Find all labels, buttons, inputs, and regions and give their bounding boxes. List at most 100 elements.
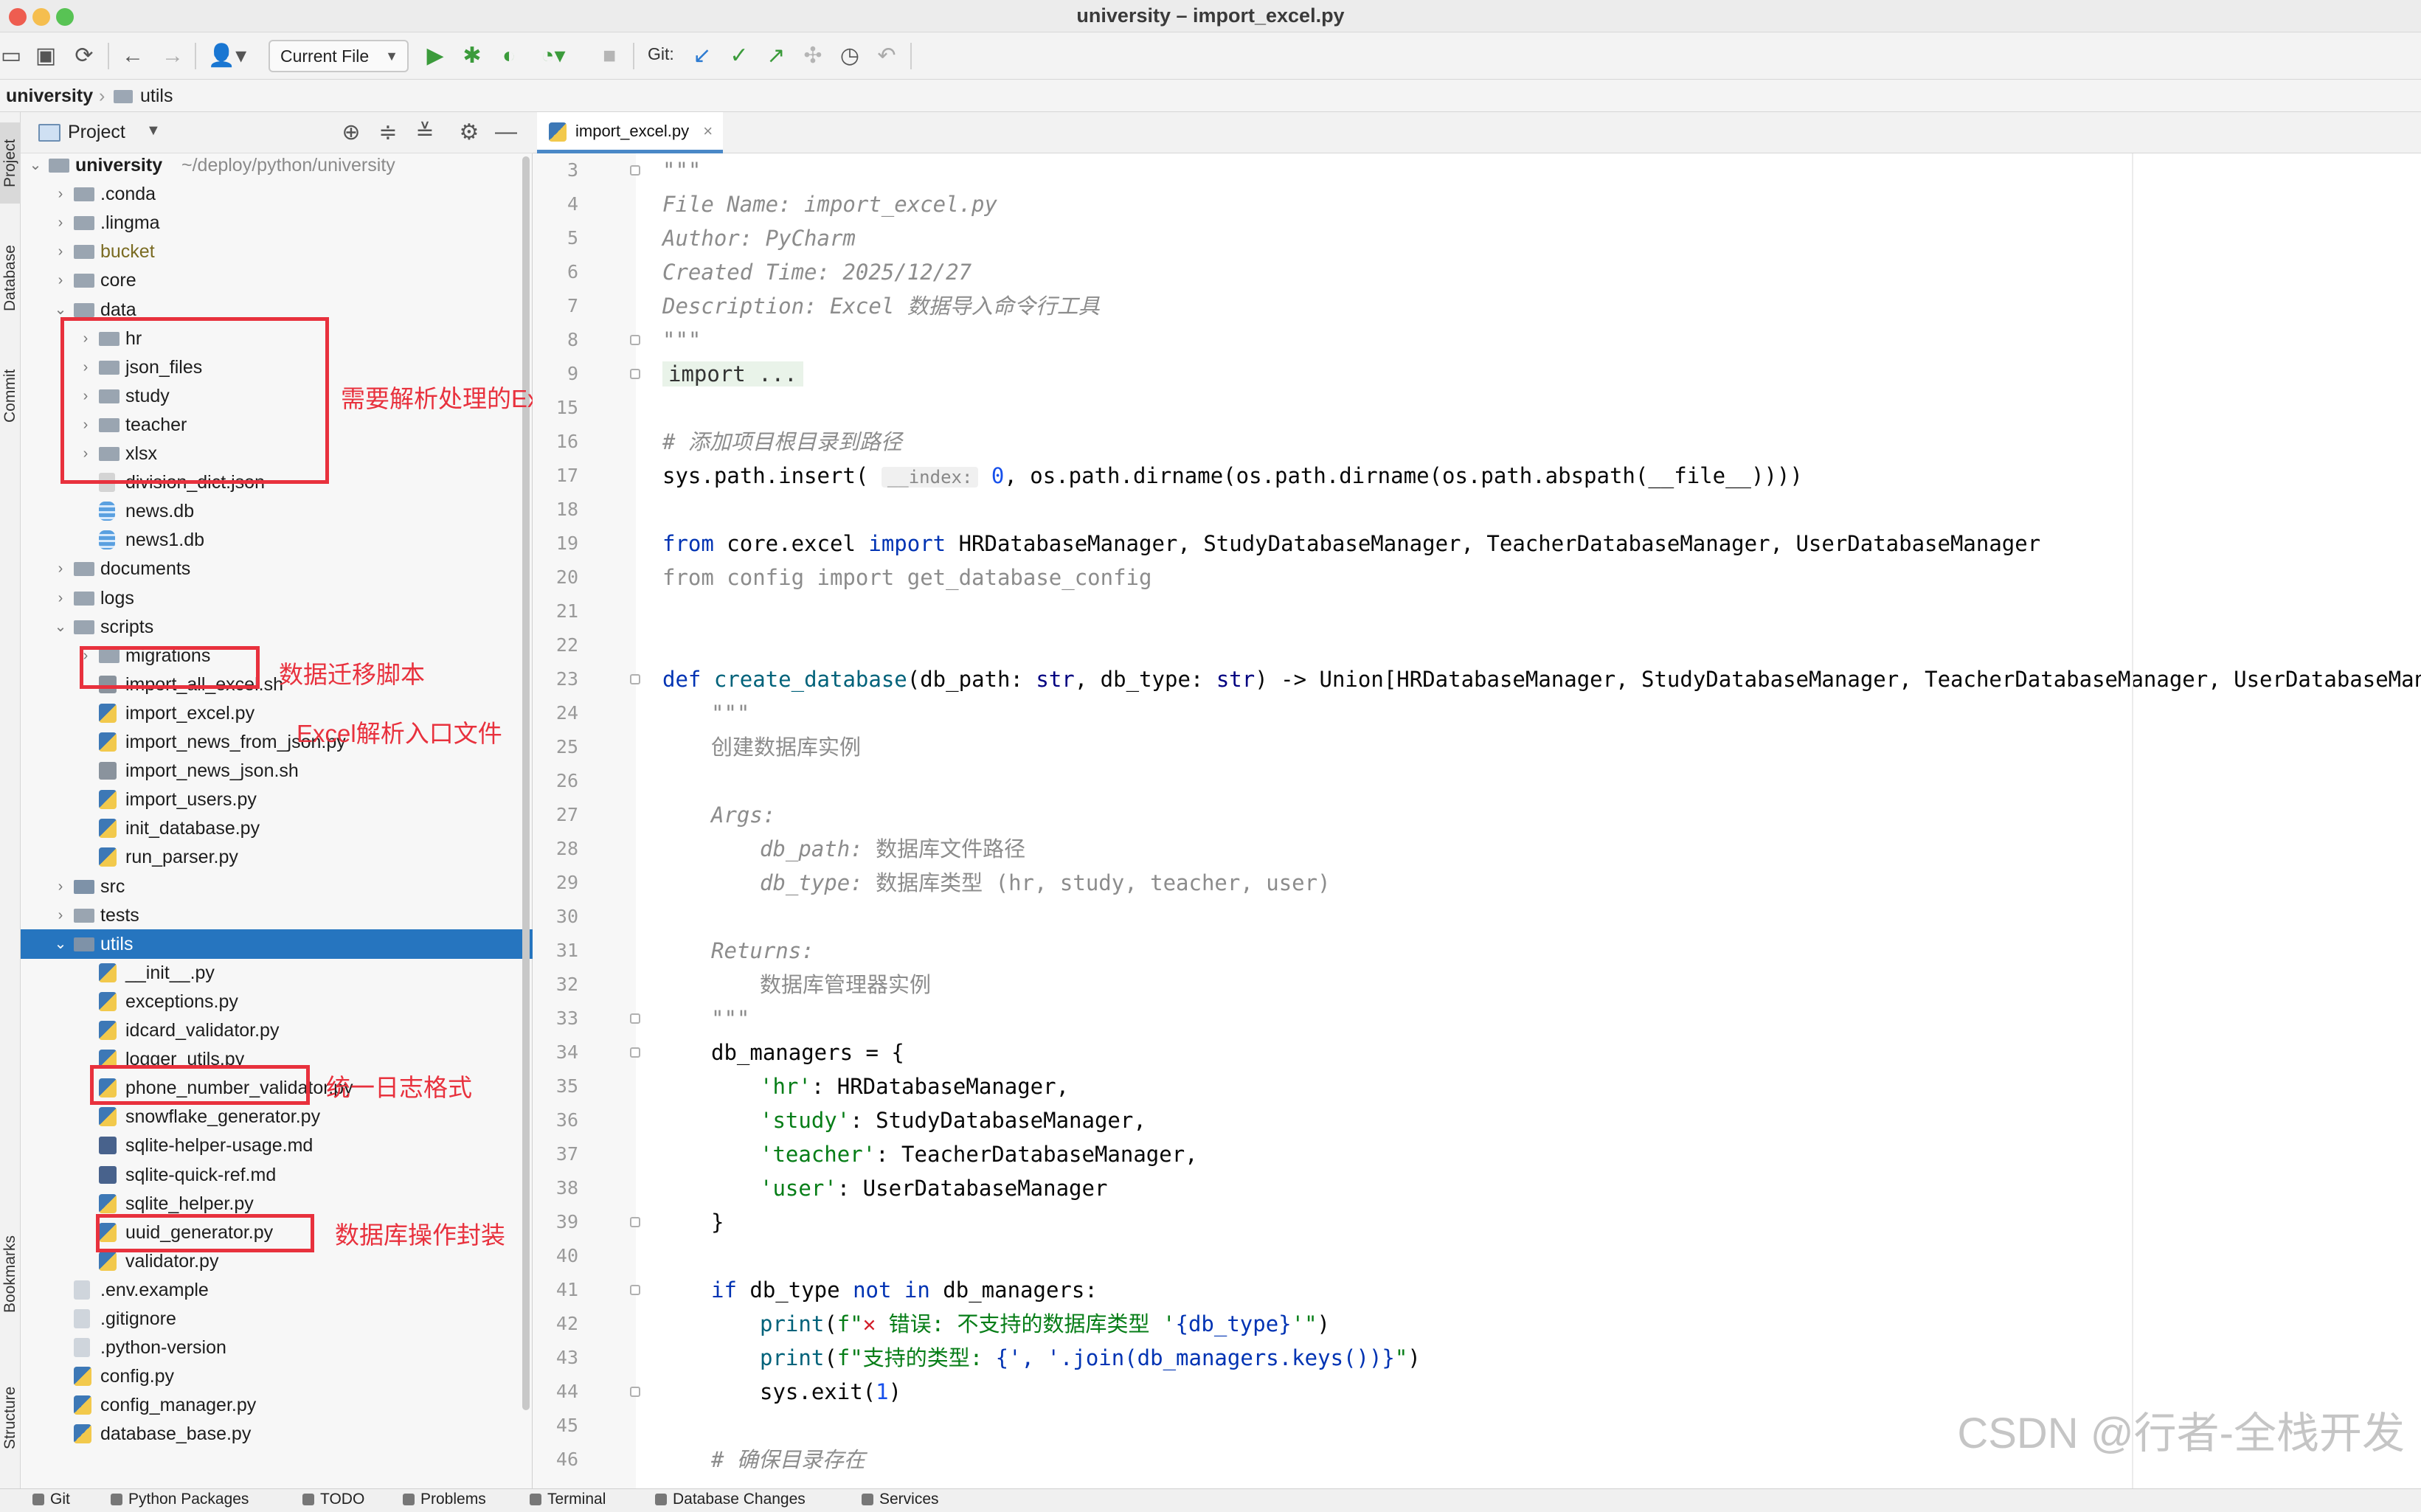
- git-history-clock-icon[interactable]: ◷: [837, 43, 863, 69]
- folded-imports[interactable]: import ...: [662, 361, 803, 386]
- tree-item-news-db[interactable]: news.db: [21, 496, 533, 526]
- back-arrow-icon[interactable]: ←: [120, 43, 146, 69]
- tree-item-import-users-py[interactable]: import_users.py: [21, 785, 533, 814]
- tree-item-conda[interactable]: › .conda: [21, 179, 533, 209]
- tree-item-env-example[interactable]: .env.example: [21, 1275, 533, 1305]
- line-number: 40: [555, 1245, 578, 1266]
- project-tool-tab[interactable]: Project: [0, 122, 21, 204]
- tree-item-university[interactable]: ⌄ university ~/deploy/python/university: [21, 153, 533, 180]
- chevron-right-icon[interactable]: ›: [52, 872, 69, 901]
- chevron-right-icon[interactable]: ›: [52, 901, 69, 930]
- fold-toggle-icon[interactable]: [630, 1013, 640, 1024]
- close-icon[interactable]: ×: [703, 112, 713, 150]
- user-account-icon[interactable]: 👤▾: [207, 43, 248, 69]
- tree-item-init-py[interactable]: __init__.py: [21, 958, 533, 988]
- code-area[interactable]: """ File Name: import_excel.py Author: P…: [643, 153, 2421, 1488]
- git-merge-icon[interactable]: ✣: [800, 43, 826, 69]
- tree-item-idcard-validator-py[interactable]: idcard_validator.py: [21, 1016, 533, 1045]
- todo-tool-button[interactable]: TODO: [302, 1491, 364, 1508]
- tree-item-utils[interactable]: ⌄ utils: [21, 929, 533, 959]
- collapse-all-icon[interactable]: ≚: [412, 119, 438, 145]
- tree-item-database-base-py[interactable]: database_base.py: [21, 1419, 533, 1449]
- tree-item-core[interactable]: › core: [21, 266, 533, 295]
- git-rollback-icon[interactable]: ↶: [873, 43, 900, 69]
- tree-item-label: snowflake_generator.py: [125, 1106, 321, 1128]
- fold-toggle-icon[interactable]: [630, 369, 640, 379]
- tree-item-gitignore[interactable]: .gitignore: [21, 1304, 533, 1334]
- tree-scrollbar[interactable]: [522, 156, 530, 1410]
- tree-item-sqlite-quick-ref-md[interactable]: sqlite-quick-ref.md: [21, 1160, 533, 1190]
- git-commit-check-icon[interactable]: ✓: [726, 43, 752, 69]
- services-tool-button[interactable]: Services: [862, 1491, 939, 1508]
- chevron-down-icon[interactable]: ▼: [146, 122, 161, 139]
- python-packages-tool-button[interactable]: Python Packages: [111, 1491, 249, 1508]
- fold-toggle-icon[interactable]: [630, 674, 640, 684]
- open-folder-icon[interactable]: ▭: [0, 43, 22, 69]
- tree-item-logs[interactable]: › logs: [21, 583, 533, 613]
- tree-item-python-version[interactable]: .python-version: [21, 1333, 533, 1362]
- hide-panel-icon[interactable]: —: [493, 119, 519, 145]
- tree-item-tests[interactable]: › tests: [21, 901, 533, 930]
- fold-toggle-icon[interactable]: [630, 165, 640, 176]
- stop-icon[interactable]: ■: [596, 43, 623, 69]
- chevron-right-icon[interactable]: ›: [52, 179, 69, 209]
- chevron-right-icon[interactable]: ›: [52, 266, 69, 295]
- tree-item-exceptions-py[interactable]: exceptions.py: [21, 987, 533, 1016]
- python-file-icon: [99, 963, 117, 982]
- chevron-down-icon[interactable]: ⌄: [27, 153, 44, 180]
- chevron-right-icon[interactable]: ›: [52, 208, 69, 237]
- git-tool-button[interactable]: Git: [32, 1491, 70, 1508]
- code-line-31: Returns:: [711, 938, 814, 963]
- bookmarks-tool-tab[interactable]: Bookmarks: [0, 1218, 21, 1329]
- locate-target-icon[interactable]: ⊕: [338, 119, 364, 145]
- profile-icon[interactable]: ◔▾: [533, 43, 574, 69]
- tree-item-config-py[interactable]: config.py: [21, 1362, 533, 1391]
- tree-item-run-parser-py[interactable]: run_parser.py: [21, 842, 533, 872]
- chevron-down-icon[interactable]: ⌄: [52, 612, 69, 642]
- debug-bug-icon[interactable]: ✱: [459, 43, 485, 69]
- tree-item-snowflake-generator-py[interactable]: snowflake_generator.py: [21, 1102, 533, 1131]
- editor-tab-import-excel[interactable]: import_excel.py ×: [537, 112, 724, 153]
- gear-icon[interactable]: ⚙: [456, 119, 482, 145]
- line-number: 29: [555, 872, 578, 893]
- tree-item-config-manager-py[interactable]: config_manager.py: [21, 1390, 533, 1420]
- breadcrumb-root[interactable]: university: [6, 80, 93, 112]
- tree-item-scripts[interactable]: ⌄ scripts: [21, 612, 533, 642]
- tree-item-import-news-json-sh[interactable]: import_news_json.sh: [21, 756, 533, 786]
- sync-icon[interactable]: ⟳: [72, 43, 96, 69]
- tree-item-lingma[interactable]: › .lingma: [21, 208, 533, 237]
- database-tool-tab[interactable]: Database: [0, 230, 21, 326]
- tree-item-src[interactable]: › src: [21, 872, 533, 901]
- tree-item-sqlite-helper-usage-md[interactable]: sqlite-helper-usage.md: [21, 1131, 533, 1160]
- fold-toggle-icon[interactable]: [630, 1285, 640, 1295]
- structure-tool-tab[interactable]: Structure: [0, 1366, 21, 1469]
- git-update-icon[interactable]: ↙: [689, 43, 716, 69]
- tree-item-documents[interactable]: › documents: [21, 554, 533, 583]
- code-line-9: import ...: [662, 357, 803, 391]
- fold-toggle-icon[interactable]: [630, 335, 640, 345]
- forward-arrow-icon[interactable]: →: [159, 43, 186, 69]
- chevron-right-icon[interactable]: ›: [52, 583, 69, 613]
- fold-toggle-icon[interactable]: [630, 1217, 640, 1227]
- commit-tool-tab[interactable]: Commit: [0, 356, 21, 437]
- coverage-icon[interactable]: ◐: [496, 43, 522, 69]
- tree-item-news1-db[interactable]: news1.db: [21, 525, 533, 555]
- chevron-down-icon[interactable]: ⌄: [52, 929, 69, 959]
- tree-item-bucket[interactable]: › bucket: [21, 237, 533, 266]
- fold-toggle-icon[interactable]: [630, 1047, 640, 1058]
- breadcrumb-child[interactable]: utils: [140, 80, 173, 112]
- code-line-29: db_type: 数据库类型 (hr, study, teacher, user…: [760, 870, 1331, 895]
- save-icon[interactable]: ▣: [34, 43, 58, 69]
- expand-all-icon[interactable]: ≑: [375, 119, 401, 145]
- database-changes-tool-button[interactable]: Database Changes: [655, 1491, 806, 1508]
- problems-tool-button[interactable]: Problems: [403, 1491, 486, 1508]
- git-push-icon[interactable]: ↗: [763, 43, 789, 69]
- fold-toggle-icon[interactable]: [630, 1387, 640, 1397]
- run-configuration-select[interactable]: Current File ▼: [269, 40, 409, 72]
- chevron-right-icon[interactable]: ›: [52, 554, 69, 583]
- terminal-tool-button[interactable]: Terminal: [530, 1491, 606, 1508]
- project-panel-title[interactable]: Project: [68, 122, 125, 143]
- tree-item-init-database-py[interactable]: init_database.py: [21, 814, 533, 843]
- run-icon[interactable]: ▶: [422, 43, 448, 69]
- chevron-right-icon[interactable]: ›: [52, 237, 69, 266]
